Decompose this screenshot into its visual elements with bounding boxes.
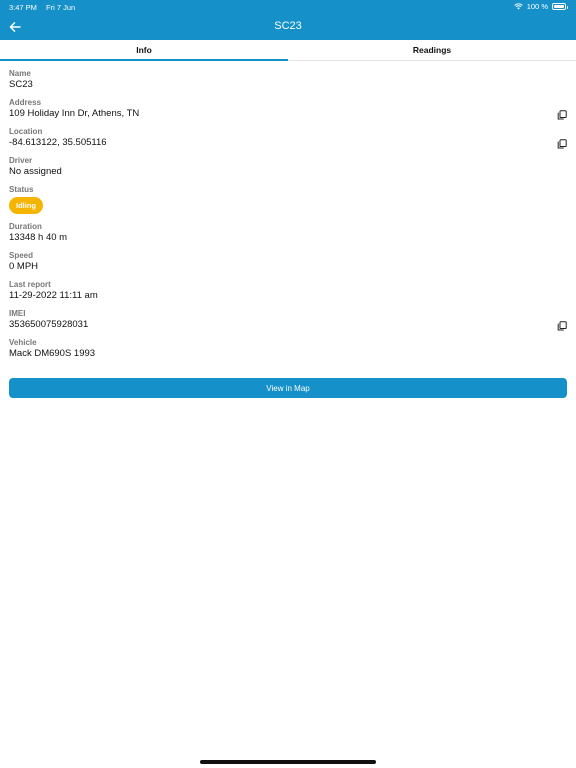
field-name: Name SC23 — [9, 69, 567, 98]
field-status: Status Idling — [9, 185, 567, 222]
status-bar: 3:47 PM Fri 7 Jun 100 % — [0, 0, 576, 14]
nav-bar: SC23 — [0, 14, 576, 40]
status-bar-right: 100 % — [513, 2, 568, 11]
tab-info[interactable]: Info — [0, 40, 288, 61]
copy-icon[interactable] — [557, 139, 567, 149]
field-duration: Duration 13348 h 40 m — [9, 222, 567, 251]
field-label: IMEI — [9, 309, 26, 318]
status-badge: Idling — [9, 197, 43, 214]
field-speed: Speed 0 MPH — [9, 251, 567, 280]
tab-readings[interactable]: Readings — [288, 40, 576, 60]
field-vehicle: Vehicle Mack DM690S 1993 — [9, 338, 567, 367]
home-indicator[interactable] — [200, 760, 376, 764]
field-label: Driver — [9, 156, 33, 165]
field-label: Location — [9, 127, 43, 136]
status-date: Fri 7 Jun — [46, 3, 76, 12]
field-label: Last report — [9, 280, 51, 289]
field-label: Status — [9, 185, 34, 194]
field-label: Speed — [9, 251, 34, 260]
field-label: Duration — [9, 222, 42, 231]
field-last-report: Last report 11-29-2022 11:11 am — [9, 280, 567, 309]
field-imei: IMEI 353650075928031 — [9, 309, 567, 338]
field-value: 109 Holiday Inn Dr, Athens, TN — [9, 108, 140, 119]
field-value: 13348 h 40 m — [9, 232, 68, 243]
view-in-map-button[interactable]: View in Map — [9, 378, 567, 398]
field-label: Vehicle — [9, 338, 37, 347]
page-title: SC23 — [274, 20, 302, 32]
field-label: Address — [9, 98, 42, 107]
field-driver: Driver No assigned — [9, 156, 567, 185]
field-value: 11-29-2022 11:11 am — [9, 290, 98, 301]
field-value: No assigned — [9, 166, 62, 177]
status-bar-left: 3:47 PM Fri 7 Jun — [9, 3, 75, 12]
battery-level: 100 % — [526, 2, 548, 11]
status-time: 3:47 PM — [9, 3, 37, 12]
field-value: 353650075928031 — [9, 319, 89, 330]
tab-bar: Info Readings — [0, 40, 576, 61]
copy-icon[interactable] — [557, 321, 567, 331]
field-value: 0 MPH — [9, 261, 39, 272]
wifi-icon — [513, 3, 523, 10]
field-value: Mack DM690S 1993 — [9, 348, 96, 359]
field-value: -84.613122, 35.505116 — [9, 137, 107, 148]
info-fields: Name SC23 Address 109 Holiday Inn Dr, At… — [9, 69, 567, 367]
battery-icon — [552, 3, 568, 10]
field-value: SC23 — [9, 79, 33, 90]
field-address: Address 109 Holiday Inn Dr, Athens, TN — [9, 98, 567, 127]
field-location: Location -84.613122, 35.505116 — [9, 127, 567, 156]
field-label: Name — [9, 69, 31, 78]
copy-icon[interactable] — [557, 110, 567, 120]
